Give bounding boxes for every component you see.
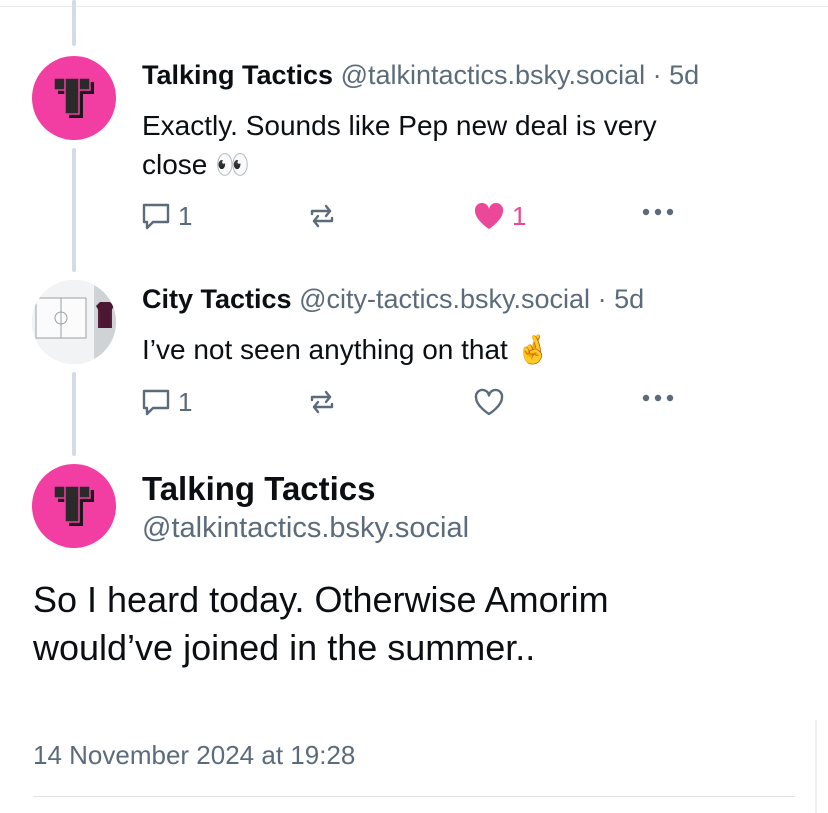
- thread-line-bottom: [72, 372, 76, 456]
- crossed-fingers-emoji: 🤞: [515, 334, 551, 365]
- more-options-button[interactable]: [640, 206, 676, 218]
- reply-count: 1: [178, 386, 193, 417]
- repost-button[interactable]: [306, 200, 338, 232]
- like-button[interactable]: [472, 386, 506, 418]
- post-header: Talking Tactics @talkintactics.bsky.soci…: [142, 60, 699, 91]
- talking-tactics-logo: [53, 77, 94, 118]
- post-actions: 1: [140, 386, 700, 422]
- author-name[interactable]: Talking Tactics: [142, 60, 333, 90]
- reply-count: 1: [178, 200, 193, 231]
- author-handle[interactable]: @talkintactics.bsky.social: [341, 60, 646, 90]
- avatar-talking-tactics[interactable]: [32, 56, 116, 140]
- post-text-line: I’ve not seen anything on that: [142, 334, 508, 365]
- reply-button[interactable]: 1: [140, 200, 192, 232]
- reply-icon: [142, 203, 170, 230]
- talking-tactics-logo: [53, 485, 94, 526]
- more-options-button[interactable]: [640, 392, 676, 404]
- post-timestamp: 14 November 2024 at 19:28: [33, 740, 356, 770]
- thread-line-middle: [72, 148, 76, 272]
- eyes-emoji: 👀: [215, 149, 251, 180]
- like-count: 1: [512, 200, 527, 231]
- reply-icon: [142, 389, 170, 416]
- post-time[interactable]: 5d: [669, 60, 699, 90]
- post-text: I’ve not seen anything on that 🤞: [142, 330, 802, 369]
- repost-icon: [310, 204, 334, 228]
- post-text-line: close 👀: [142, 149, 251, 180]
- post-header: City Tactics @city-tactics.bsky.social ·…: [142, 284, 644, 315]
- author-handle[interactable]: @city-tactics.bsky.social: [299, 284, 590, 314]
- top-divider: [0, 6, 828, 7]
- focused-author-handle[interactable]: @talkintactics.bsky.social: [142, 512, 469, 545]
- more-icon: [642, 208, 674, 216]
- separator-dot: ·: [597, 284, 607, 314]
- more-icon: [642, 394, 674, 402]
- heart-icon: [474, 202, 504, 229]
- post-actions: 1 1: [140, 200, 700, 236]
- reply-button[interactable]: 1: [140, 386, 192, 418]
- avatar-talking-tactics[interactable]: [32, 464, 116, 548]
- heart-icon: [474, 388, 504, 416]
- post-text-line: Exactly. Sounds like Pep new deal is ver…: [142, 110, 657, 141]
- bottom-divider: [33, 796, 795, 797]
- scrollbar-track[interactable]: [815, 720, 817, 813]
- focused-post-text: So I heard today. Otherwise Amorim would…: [33, 579, 609, 668]
- focused-author-name[interactable]: Talking Tactics: [142, 470, 376, 508]
- separator-dot: ·: [652, 60, 662, 90]
- repost-button[interactable]: [306, 386, 338, 418]
- post-time[interactable]: 5d: [614, 284, 644, 314]
- post-text: Exactly. Sounds like Pep new deal is ver…: [142, 106, 802, 184]
- thread-line-top: [72, 0, 76, 46]
- avatar-city-tactics[interactable]: [32, 280, 116, 364]
- city-tactics-avatar-image: [32, 280, 116, 364]
- author-name[interactable]: City Tactics: [142, 284, 292, 314]
- repost-icon: [310, 390, 334, 414]
- like-button[interactable]: 1: [472, 200, 526, 232]
